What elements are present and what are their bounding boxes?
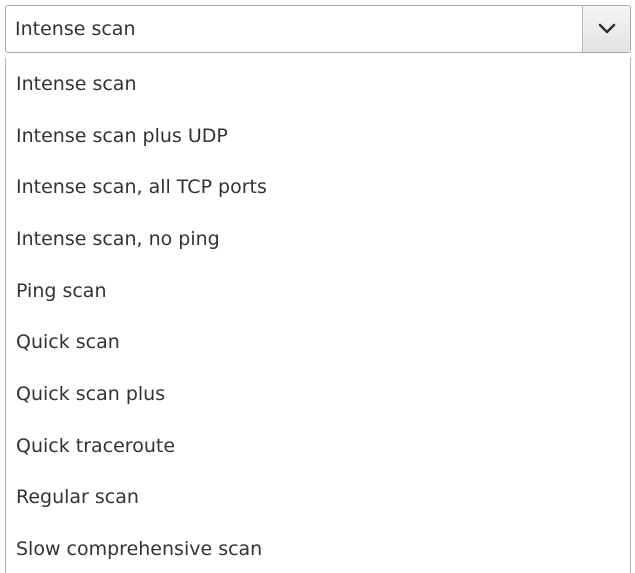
option-slow-comprehensive-scan[interactable]: Slow comprehensive scan bbox=[6, 523, 630, 573]
option-quick-scan[interactable]: Quick scan bbox=[6, 316, 630, 368]
option-regular-scan[interactable]: Regular scan bbox=[6, 472, 630, 524]
option-intense-scan-all-tcp-ports[interactable]: Intense scan, all TCP ports bbox=[6, 161, 630, 213]
option-ping-scan[interactable]: Ping scan bbox=[6, 265, 630, 317]
option-intense-scan-no-ping[interactable]: Intense scan, no ping bbox=[6, 213, 630, 265]
scan-profile-combobox[interactable]: Intense scan bbox=[5, 5, 631, 53]
option-quick-traceroute[interactable]: Quick traceroute bbox=[6, 420, 630, 472]
combo-dropdown-button[interactable] bbox=[582, 6, 630, 52]
combo-selected-value[interactable]: Intense scan bbox=[6, 6, 582, 52]
option-quick-scan-plus[interactable]: Quick scan plus bbox=[6, 368, 630, 420]
chevron-down-icon bbox=[598, 23, 615, 34]
option-intense-scan-plus-udp[interactable]: Intense scan plus UDP bbox=[6, 110, 630, 162]
dropdown-menu: Intense scan Intense scan plus UDP Inten… bbox=[5, 58, 631, 573]
option-intense-scan[interactable]: Intense scan bbox=[6, 58, 630, 110]
